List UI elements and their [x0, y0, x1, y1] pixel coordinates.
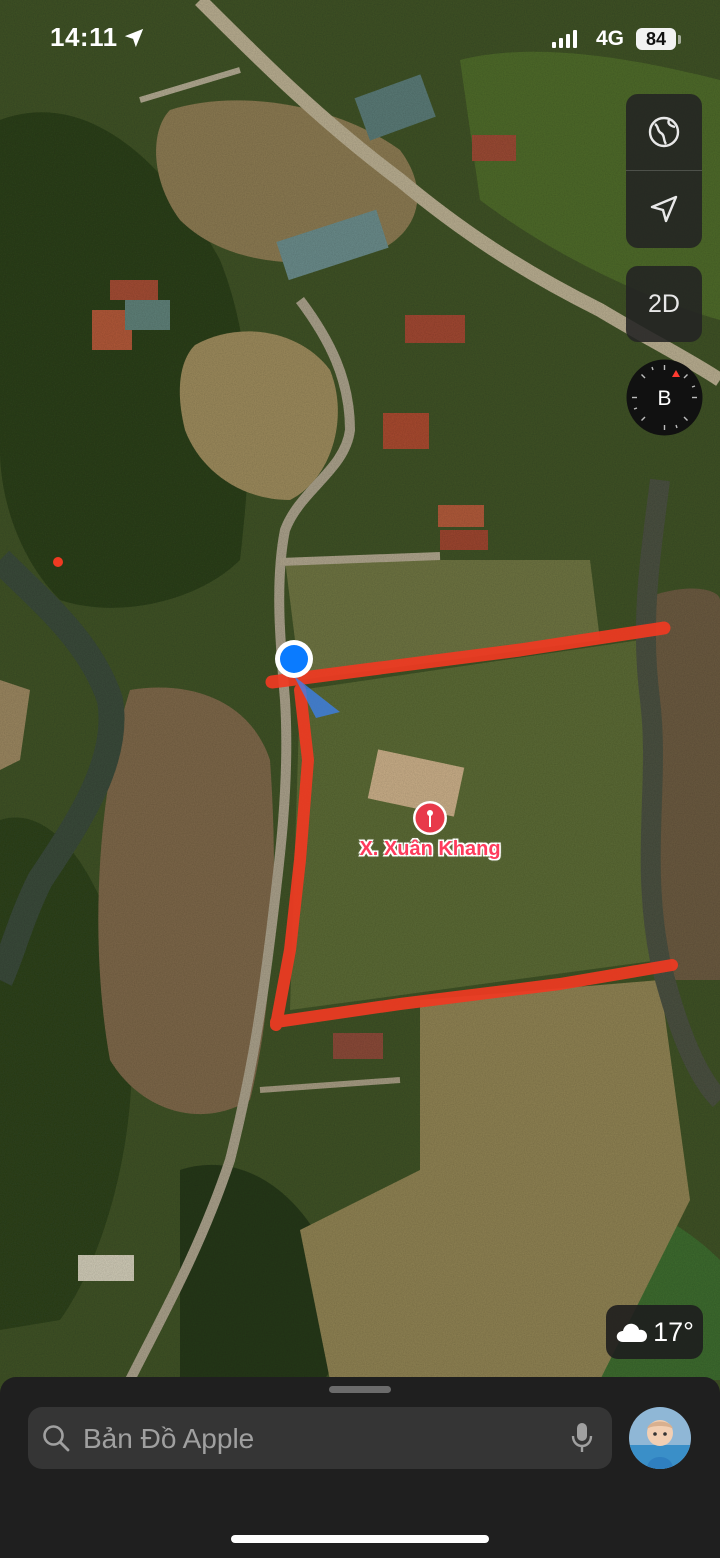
place-label[interactable]: X. Xuân Khang: [330, 838, 530, 861]
location-arrow-icon: [124, 28, 144, 48]
navigation-arrow-icon: [650, 195, 678, 223]
weather-badge[interactable]: 17°: [606, 1305, 703, 1359]
status-bar: 14:11 4G 84: [0, 0, 720, 80]
cloud-icon: [616, 1323, 648, 1342]
microphone-icon[interactable]: [570, 1422, 594, 1454]
compass-letter: B: [657, 387, 671, 410]
sheet-grabber[interactable]: [329, 1386, 391, 1393]
battery-tip: [678, 35, 681, 44]
status-time: 14:11: [50, 22, 118, 52]
home-indicator: [231, 1535, 489, 1543]
blue-location-dot-icon: [280, 645, 308, 673]
view-mode-button[interactable]: 2D: [626, 266, 702, 342]
globe-icon: [648, 116, 680, 148]
cellular-signal-icon: [552, 30, 580, 48]
red-map-pin-icon: [413, 801, 447, 835]
battery-level: 84: [636, 28, 676, 50]
profile-avatar-icon[interactable]: [629, 1407, 691, 1469]
map-controls: [626, 94, 702, 248]
map-style-button[interactable]: [626, 94, 702, 170]
search-bar[interactable]: Bản Đồ Apple: [28, 1407, 612, 1469]
locate-me-button[interactable]: [626, 171, 702, 247]
search-placeholder[interactable]: Bản Đồ Apple: [83, 1423, 254, 1455]
network-type: 4G: [596, 27, 625, 50]
temperature: 17°: [653, 1316, 694, 1347]
magnifier-icon: [43, 1425, 70, 1452]
compass-icon[interactable]: B: [626, 359, 703, 436]
